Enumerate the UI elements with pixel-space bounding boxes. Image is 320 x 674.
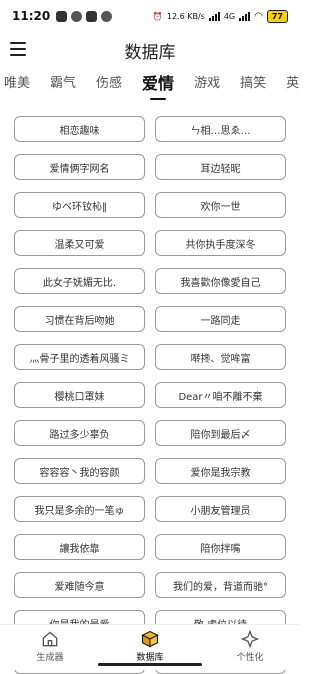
name-item-button[interactable]: ゆべ环钕杺‖: [14, 192, 145, 218]
alarm-icon: ⏰: [152, 11, 163, 21]
name-item-button[interactable]: 我们的爱，背道而驰°: [155, 572, 286, 598]
name-item-button[interactable]: 我喜歡你像愛自己: [155, 268, 286, 294]
name-item-button[interactable]: 容容容丶我的容颜: [14, 458, 145, 484]
status-time: 11:20: [12, 9, 51, 23]
nav-database[interactable]: 数据库: [105, 625, 195, 663]
tab-item[interactable]: 爱情: [132, 70, 184, 98]
name-item-button[interactable]: 爱难随今意: [14, 572, 145, 598]
name-item-button[interactable]: ㄣ相…思ゑ…: [155, 116, 286, 142]
name-item-button[interactable]: 啭搀、觉哞富: [155, 344, 286, 370]
nav-generator[interactable]: 生成器: [5, 625, 95, 663]
tab-item[interactable]: 搞笑: [230, 70, 276, 98]
name-item-button[interactable]: 此女子妩媚无比.: [14, 268, 145, 294]
name-item-button[interactable]: 习惯在背后吻她: [14, 306, 145, 332]
name-grid: 相恋趣味 ㄣ相…思ゑ… 爱情俩字网名 耳边轻昵 ゆべ环钕杺‖ 欢你一世 温柔又可爱 共你执手度…: [14, 116, 286, 674]
signal-icon: [208, 11, 220, 21]
name-item-button[interactable]: 我只是多余的一笔ゅ: [14, 496, 145, 522]
nav-personalize[interactable]: 个性化: [205, 625, 295, 663]
page-title: 数据库: [124, 42, 176, 63]
network-type: 4G: [223, 11, 236, 21]
name-item-button[interactable]: 爱你是我宗教: [155, 458, 286, 484]
tab-item[interactable]: 伤感: [86, 70, 132, 98]
home-icon: [42, 631, 58, 647]
tab-item[interactable]: 霸气: [40, 70, 86, 98]
signal-icon: [239, 11, 251, 21]
sparkle-icon: [240, 629, 260, 649]
tab-item[interactable]: 英文: [276, 70, 300, 98]
status-right: ⏰ 12.6 KB/s 4G ◠ 77: [152, 9, 288, 23]
status-left: 11:20: [12, 9, 113, 23]
name-item-button[interactable]: 灬骨子里的透着风骚ミ: [14, 344, 145, 370]
notification-app-icon: [56, 10, 68, 22]
nav-label: 数据库: [136, 653, 164, 663]
nav-label: 生成器: [36, 653, 64, 663]
name-item-button[interactable]: 相恋趣味: [14, 116, 145, 142]
name-item-button[interactable]: 讓我依靠: [14, 534, 145, 560]
name-item-button[interactable]: 共你执手度深冬: [155, 230, 286, 256]
gesture-home-bar[interactable]: [98, 663, 202, 666]
name-item-button[interactable]: 耳边轻昵: [155, 154, 286, 180]
tab-item[interactable]: 游戏: [184, 70, 230, 98]
name-item-button[interactable]: Dear〃咱不離不棄: [155, 382, 286, 408]
category-tabs: 唯美霸气伤感爱情游戏搞笑英文: [0, 70, 300, 100]
name-item-button[interactable]: 陪你拌嘴: [155, 534, 286, 560]
wifi-icon: ◠: [254, 10, 263, 22]
notification-app-icon: [71, 10, 83, 22]
notification-app-icon: [86, 10, 98, 22]
name-item-button[interactable]: 爱情俩字网名: [14, 154, 145, 180]
status-bar: 11:20 ⏰ 12.6 KB/s 4G ◠ 77: [0, 0, 300, 32]
tab-item[interactable]: 唯美: [0, 70, 40, 98]
menu-icon[interactable]: [10, 42, 26, 56]
battery-indicator: 77: [266, 9, 288, 23]
notification-app-icon: [101, 10, 113, 22]
name-item-button[interactable]: 樱桃口罩妹: [14, 382, 145, 408]
app-header: 数据库: [0, 32, 300, 68]
name-item-button[interactable]: 陪你到最后〆: [155, 420, 286, 446]
name-item-button[interactable]: 小朋友管理员: [155, 496, 286, 522]
name-item-button[interactable]: 一路同走: [155, 306, 286, 332]
name-item-button[interactable]: 温柔又可爱: [14, 230, 145, 256]
nav-label: 个性化: [236, 653, 264, 663]
name-item-button[interactable]: 欢你一世: [155, 192, 286, 218]
name-item-button[interactable]: 路过多少辜负: [14, 420, 145, 446]
network-speed: 12.6 KB/s: [166, 11, 205, 21]
box-icon: [141, 630, 159, 648]
